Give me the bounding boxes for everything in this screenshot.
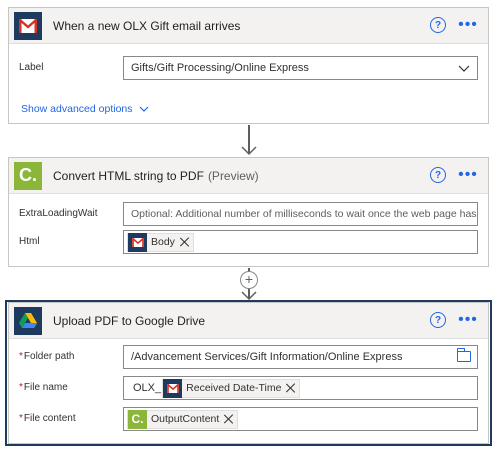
received-date-time-token-label: Received Date-Time: [186, 382, 282, 394]
file-name-input[interactable]: OLX_ Received Date-Time: [123, 376, 478, 400]
file-name-prefix: OLX_: [133, 382, 162, 394]
trigger-title: When a new OLX Gift email arrives: [53, 18, 241, 33]
trigger-card[interactable]: When a new OLX Gift email arrives ? ••• …: [8, 7, 489, 124]
folder-path-row: *Folder path /Advancement Services/Gift …: [9, 345, 488, 371]
extra-loading-wait-placeholder: Optional: Additional number of milliseco…: [131, 208, 478, 220]
folder-path-value: /Advancement Services/Gift Information/O…: [131, 351, 403, 363]
help-icon[interactable]: ?: [430, 312, 446, 328]
remove-token-icon[interactable]: [224, 414, 234, 424]
show-advanced-options-label: Show advanced options: [21, 103, 133, 115]
preview-tag: (Preview): [207, 168, 259, 183]
folder-path-input[interactable]: /Advancement Services/Gift Information/O…: [123, 345, 478, 369]
extra-loading-wait-input[interactable]: Optional: Additional number of milliseco…: [123, 202, 478, 226]
add-step-button[interactable]: +: [240, 271, 258, 289]
help-icon[interactable]: ?: [430, 17, 446, 33]
convert-card-header[interactable]: C. Convert HTML string to PDF (Preview) ?…: [9, 158, 488, 194]
label-field-label: Label: [19, 62, 44, 73]
received-date-time-token[interactable]: Received Date-Time: [162, 378, 301, 398]
folder-icon[interactable]: [457, 348, 471, 362]
gmail-icon: [128, 232, 147, 252]
chevron-down-icon: [458, 65, 470, 72]
file-content-input[interactable]: C. OutputContent: [123, 407, 478, 431]
label-select-value: Gifts/Gift Processing/Online Express: [131, 62, 309, 74]
gmail-icon: [163, 378, 183, 398]
google-drive-icon: [14, 306, 42, 335]
more-options-icon[interactable]: •••: [456, 311, 480, 329]
label-select[interactable]: Gifts/Gift Processing/Online Express: [123, 56, 478, 80]
convert-html-icon: C.: [128, 409, 147, 429]
html-input[interactable]: Body: [123, 230, 478, 254]
help-icon[interactable]: ?: [430, 167, 446, 183]
output-content-token-label: OutputContent: [151, 413, 220, 425]
convert-title: Convert HTML string to PDF (Preview): [53, 169, 259, 183]
convert-html-icon: C.: [14, 161, 42, 190]
show-advanced-options-link[interactable]: Show advanced options: [21, 103, 149, 115]
convert-title-text: Convert HTML string to PDF: [53, 168, 204, 183]
html-label: Html: [19, 236, 40, 247]
body-token-label: Body: [151, 236, 175, 248]
upload-card-header[interactable]: Upload PDF to Google Drive ? •••: [9, 303, 488, 339]
html-row: Html Body: [9, 230, 488, 256]
file-name-label: *File name: [19, 382, 68, 393]
more-options-icon[interactable]: •••: [456, 166, 480, 184]
upload-card[interactable]: Upload PDF to Google Drive ? ••• *Folder…: [5, 300, 492, 446]
extra-loading-wait-label: ExtraLoadingWait: [19, 208, 98, 219]
arrow-down-icon: [241, 291, 257, 301]
upload-title: Upload PDF to Google Drive: [53, 313, 206, 328]
body-token[interactable]: Body: [127, 232, 194, 252]
arrow-down-icon: [241, 146, 257, 156]
convert-card[interactable]: C. Convert HTML string to PDF (Preview) ?…: [8, 157, 489, 267]
output-content-token[interactable]: C. OutputContent: [127, 409, 239, 429]
file-content-row: *File content C. OutputContent: [9, 407, 488, 433]
extra-loading-wait-row: ExtraLoadingWait Optional: Additional nu…: [9, 202, 488, 228]
file-content-label: *File content: [19, 413, 76, 424]
more-options-icon[interactable]: •••: [456, 16, 480, 34]
remove-token-icon[interactable]: [286, 383, 296, 393]
folder-path-label: *Folder path: [19, 351, 75, 362]
chevron-down-icon: [139, 106, 148, 112]
file-name-row: *File name OLX_ Received Date-Time: [9, 376, 488, 402]
label-row: Label Gifts/Gift Processing/Online Expre…: [9, 56, 488, 82]
gmail-icon: [14, 11, 42, 40]
trigger-card-header[interactable]: When a new OLX Gift email arrives ? •••: [9, 8, 488, 44]
remove-token-icon[interactable]: [180, 237, 190, 247]
